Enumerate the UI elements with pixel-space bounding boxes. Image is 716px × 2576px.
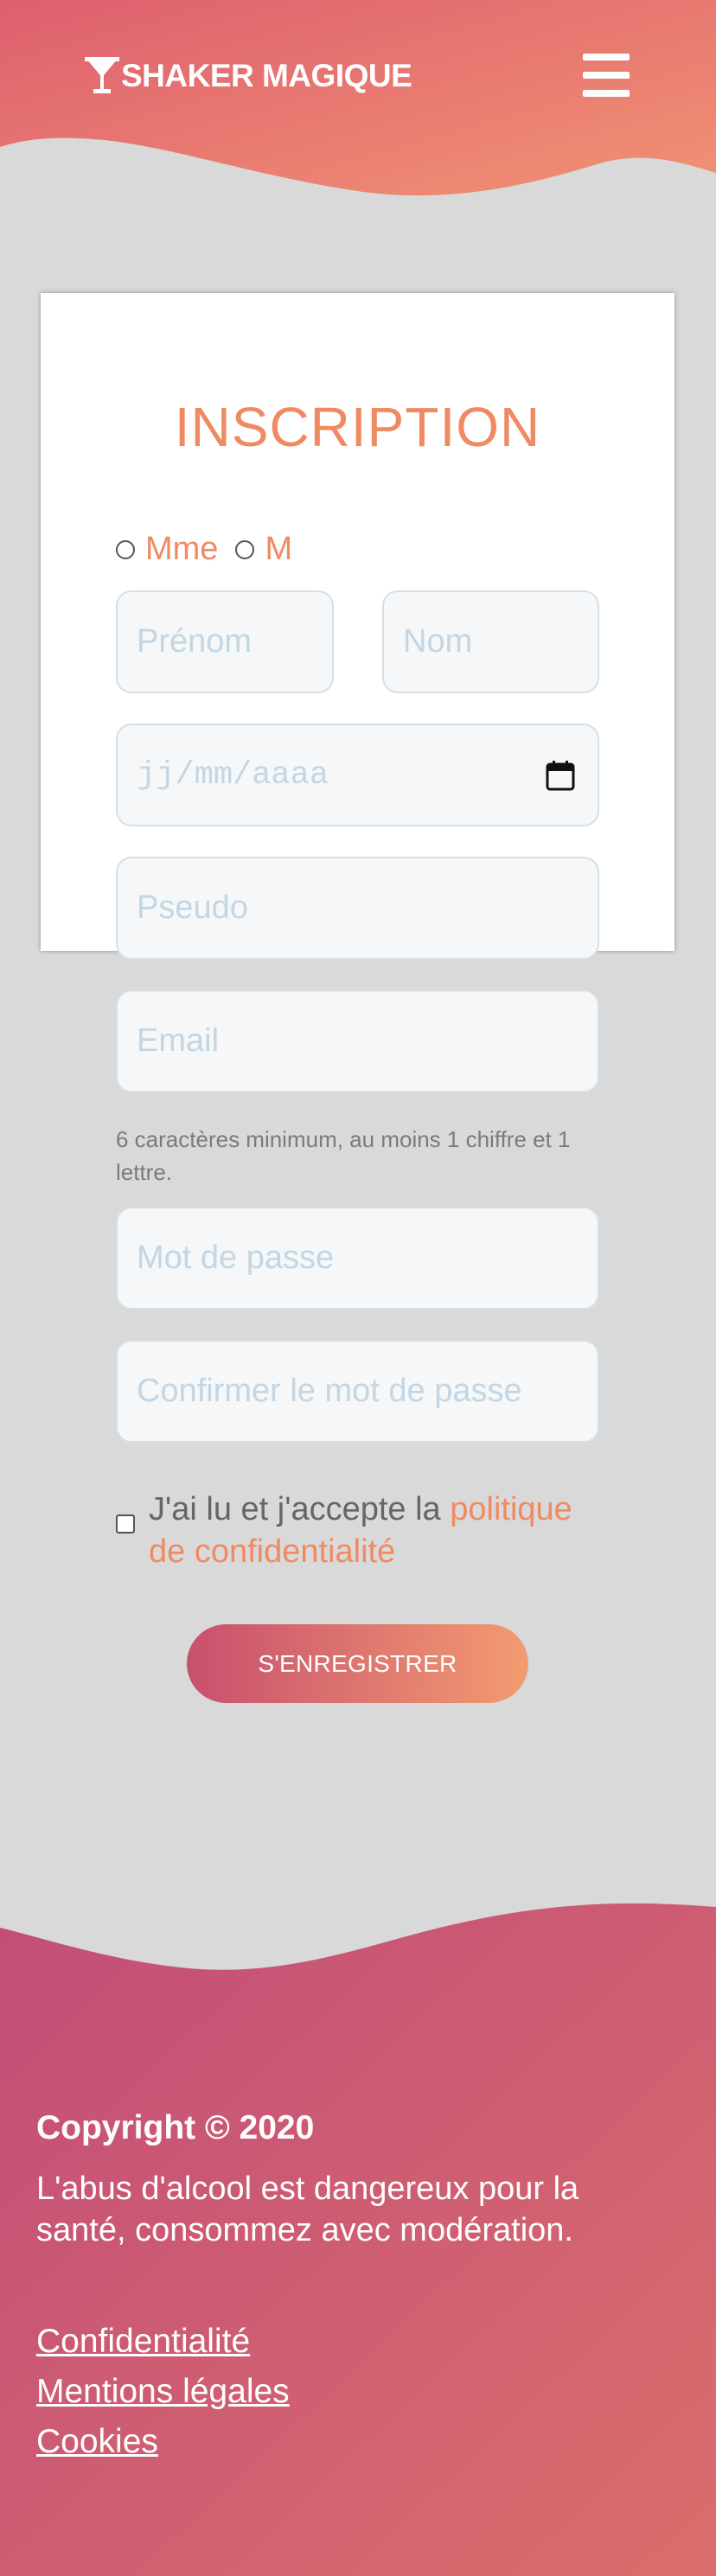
email-input[interactable]: Email [116, 990, 599, 1093]
birthdate-input[interactable]: jj/mm/aaaa [116, 724, 599, 826]
hamburger-menu-icon[interactable] [583, 54, 630, 97]
confirm-password-input[interactable]: Confirmer le mot de passe [116, 1340, 599, 1443]
civility-option-m[interactable]: M [235, 531, 292, 568]
birthdate-placeholder: jj/mm/aaaa [137, 756, 329, 794]
site-footer: Copyright © 2020 L'abus d'alcool est dan… [0, 1893, 716, 2576]
calendar-icon[interactable] [546, 760, 575, 801]
footer-copyright: Copyright © 2020 [36, 2109, 315, 2146]
registration-card: INSCRIPTION Mme M Prénom Nom jj/mm/aaaa [41, 293, 674, 1093]
site-header: SHAKER MAGIQUE [0, 0, 716, 207]
firstname-input[interactable]: Prénom [116, 590, 334, 693]
cocktail-glass-icon [85, 56, 119, 96]
email-placeholder: Email [137, 1023, 220, 1059]
password-placeholder: Mot de passe [137, 1240, 335, 1276]
radio-m[interactable] [235, 539, 255, 559]
password-hint: 6 caractères minimum, au moins 1 chiffre… [116, 1126, 571, 1185]
password-input[interactable]: Mot de passe [116, 1207, 599, 1310]
civility-option-mme[interactable]: Mme [116, 531, 218, 568]
brand-logo[interactable]: SHAKER MAGIQUE [85, 54, 412, 99]
lastname-input[interactable]: Nom [382, 590, 599, 693]
header-wave-background [0, 0, 716, 196]
confirm-password-placeholder: Confirmer le mot de passe [137, 1373, 522, 1409]
register-button[interactable]: S'ENREGISTRER [187, 1624, 528, 1703]
alcohol-warning: L'abus d'alcool est dangereux pour la sa… [36, 2171, 579, 2248]
footer-link-mentions-legales[interactable]: Mentions légales [36, 2367, 290, 2417]
radio-mme[interactable] [116, 539, 135, 559]
pseudo-input[interactable]: Pseudo [116, 857, 599, 960]
pseudo-placeholder: Pseudo [137, 889, 248, 926]
terms-consent: J'ai lu et j'accepte la politique de con… [116, 1489, 617, 1573]
civility-radio-group: Mme M [116, 531, 310, 568]
civility-label-mme: Mme [145, 531, 219, 567]
terms-checkbox[interactable] [116, 1514, 135, 1533]
terms-text-wrap: J'ai lu et j'accepte la politique de con… [149, 1489, 617, 1573]
firstname-placeholder: Prénom [137, 623, 253, 660]
footer-links: Confidentialité Mentions légales Cookies [36, 2317, 290, 2467]
civility-label-m: M [265, 531, 293, 567]
footer-link-confidentialite[interactable]: Confidentialité [36, 2317, 290, 2367]
form-title: INSCRIPTION [174, 396, 541, 458]
footer-link-cookies[interactable]: Cookies [36, 2417, 290, 2467]
terms-text: J'ai lu et j'accepte la [149, 1491, 451, 1527]
lastname-placeholder: Nom [403, 623, 473, 660]
brand-name: SHAKER MAGIQUE [121, 58, 412, 93]
